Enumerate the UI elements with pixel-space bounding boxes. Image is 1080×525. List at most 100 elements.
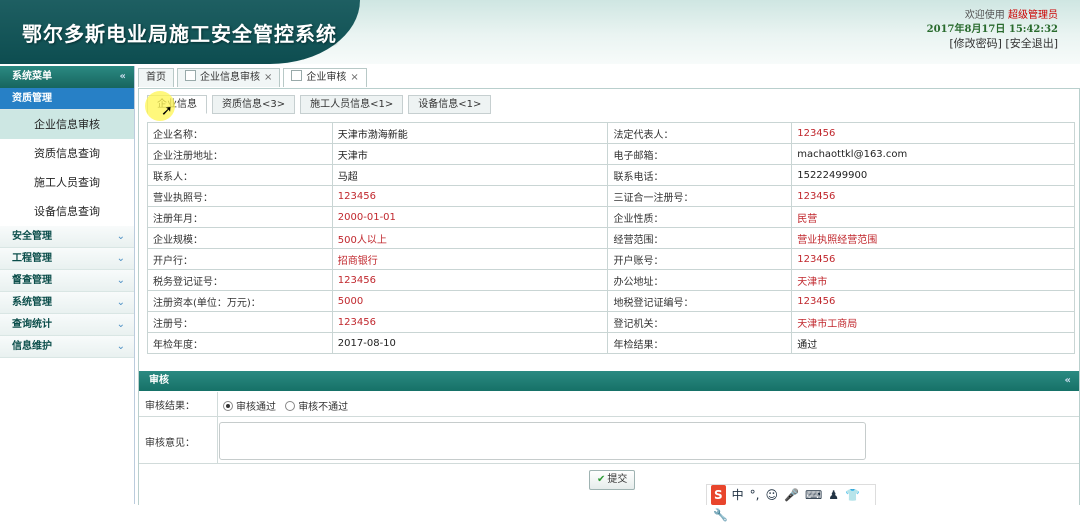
chevron-down-icon: ⌄ [116,297,125,308]
field-value: 2017-08-10 [331,332,609,354]
subtab-qualification-info[interactable]: 资质信息<3> [212,95,296,114]
tab-company-audit[interactable]: 企业审核 × [283,68,367,87]
info-row: 注册资本(单位：万元)： 5000 地税登记证编号： 123456 [147,290,1075,312]
field-label: 税务登记证号： [147,269,333,291]
brand-banner: 鄂尔多斯电业局施工安全管控系统 [0,0,360,64]
app-title: 鄂尔多斯电业局施工安全管控系统 [22,22,337,46]
collapse-icon[interactable]: « [1055,371,1071,391]
chevron-down-icon: ⌄ [116,319,125,330]
field-value: 马超 [331,164,609,186]
field-label: 企业性质： [607,206,793,228]
audit-opinion-input[interactable] [219,422,866,460]
info-row: 营业执照号： 123456 三证合一注册号： 123456 [147,185,1075,207]
radio-fail-label[interactable]: 审核不通过 [298,402,348,413]
field-label: 电子邮箱： [607,143,793,165]
info-row: 开户行： 招商银行 开户账号： 123456 [147,248,1075,270]
field-value: 营业执照经营范围 [791,227,1075,249]
radio-pass-label[interactable]: 审核通过 [236,402,276,413]
field-label: 三证合一注册号： [607,185,793,207]
sogou-logo-icon[interactable]: S [711,485,726,505]
detail-tabs: 企业信息 资质信息<3> 施工人员信息<1> 设备信息<1> [147,95,496,114]
chevron-down-icon: ⌄ [116,253,125,264]
field-value: 天津市 [331,143,609,165]
skin-icon[interactable]: 👕 [845,485,860,505]
field-value: machaottkl@163.com [791,143,1075,165]
sidebar-heading-label: 系统菜单 [12,71,52,82]
collapse-icon[interactable]: « [120,66,126,88]
info-row: 注册号： 123456 登记机关： 天津市工商局 [147,311,1075,333]
sidebar: 系统菜单 « 资质管理 企业信息审核 资质信息查询 施工人员查询 设备信息查询 安… [0,66,135,504]
sidebar-item-company-audit[interactable]: 企业信息审核 [0,110,134,139]
field-value: 123456 [331,311,609,333]
sidebar-group-system[interactable]: 系统管理 ⌄ [0,292,134,314]
sidebar-group-safety[interactable]: 安全管理 ⌄ [0,226,134,248]
field-value: 123456 [791,290,1075,312]
group-label: 工程管理 [12,253,52,264]
radio-pass[interactable] [223,401,233,411]
sidebar-item-qualification-query[interactable]: 资质信息查询 [0,139,134,168]
field-value: 500人以上 [331,227,609,249]
change-password-link[interactable]: [修改密码] [949,37,1002,50]
page-icon [291,70,303,81]
field-value: 15222499900 [791,164,1075,186]
info-row: 企业规模： 500人以上 经营范围： 营业执照经营范围 [147,227,1075,249]
logout-link[interactable]: [安全退出] [1005,37,1058,50]
field-label: 企业名称： [147,122,333,144]
info-row: 联系人： 马超 联系电话： 15222499900 [147,164,1075,186]
info-row: 年检年度： 2017-08-10 年检结果： 通过 [147,332,1075,354]
tab-company-audit-list[interactable]: 企业信息审核 × [177,68,281,87]
field-label: 注册资本(单位：万元)： [147,290,333,312]
ime-mode[interactable]: 中 [732,485,744,505]
user-icon[interactable]: ♟ [828,485,839,505]
welcome-label: 欢迎使用 [964,10,1005,21]
tab-home[interactable]: 首页 [138,68,174,87]
page-tabs: 首页 企业信息审核 × 企业审核 × [138,68,370,88]
keyboard-icon[interactable]: ⌨ [805,485,822,505]
field-label: 注册号： [147,311,333,333]
page-icon [185,70,196,81]
emoji-icon[interactable]: ☺ [766,485,779,505]
audit-result-row: 审核结果： 审核通过 审核不通过 [139,392,1079,417]
field-value: 123456 [791,185,1075,207]
chevron-down-icon: ⌄ [116,341,125,352]
audit-heading: 审核 [149,375,169,386]
field-value: 123456 [331,185,609,207]
close-icon[interactable]: × [264,72,272,83]
header-links: [修改密码] [安全退出] [927,37,1058,51]
sidebar-group-maintenance[interactable]: 信息维护 ⌄ [0,336,134,358]
field-label: 营业执照号： [147,185,333,207]
field-value: 天津市渤海新能 [331,122,609,144]
radio-fail[interactable] [285,401,296,411]
field-label: 地税登记证编号： [607,290,793,312]
field-label: 年检结果： [607,332,793,354]
punctuation-icon[interactable]: °, [750,485,760,505]
group-label: 安全管理 [12,231,52,242]
submit-button[interactable]: ✔ 提交 [589,470,636,490]
info-row: 税务登记证号： 123456 办公地址： 天津市 [147,269,1075,291]
sidebar-group-inspection[interactable]: 督查管理 ⌄ [0,270,134,292]
field-label: 开户行： [147,248,333,270]
audit-result-options: 审核通过 审核不通过 [223,398,348,413]
divider [217,417,218,463]
audit-opinion-row: 审核意见： [139,417,1079,464]
subtab-personnel-info[interactable]: 施工人员信息<1> [300,95,404,114]
audit-opinion-label: 审核意见： [145,438,195,449]
tab-label: 企业信息审核 [200,72,260,83]
sidebar-group-project[interactable]: 工程管理 ⌄ [0,248,134,270]
sidebar-group-statistics[interactable]: 查询统计 ⌄ [0,314,134,336]
sidebar-item-personnel-query[interactable]: 施工人员查询 [0,168,134,197]
company-info-table: 企业名称： 天津市渤海新能 法定代表人： 123456 企业注册地址： 天津市 电子邮箱： m… [147,122,1075,354]
sidebar-group-qualification[interactable]: 资质管理 [0,88,134,110]
welcome-text: 欢迎使用 超级管理员 [927,9,1058,23]
field-label: 开户账号： [607,248,793,270]
field-value: 2000-01-01 [331,206,609,228]
microphone-icon[interactable]: 🎤 [784,485,799,505]
wrench-icon[interactable]: 🔧 [713,505,728,525]
sidebar-item-equipment-query[interactable]: 设备信息查询 [0,197,134,226]
audit-result-label: 审核结果： [145,401,195,412]
current-datetime: 2017年8月17日 15:42:32 [926,24,1058,35]
close-icon[interactable]: × [350,72,358,83]
subtab-equipment-info[interactable]: 设备信息<1> [408,95,492,114]
field-value: 123456 [791,248,1075,270]
info-row: 注册年月： 2000-01-01 企业性质： 民营 [147,206,1075,228]
